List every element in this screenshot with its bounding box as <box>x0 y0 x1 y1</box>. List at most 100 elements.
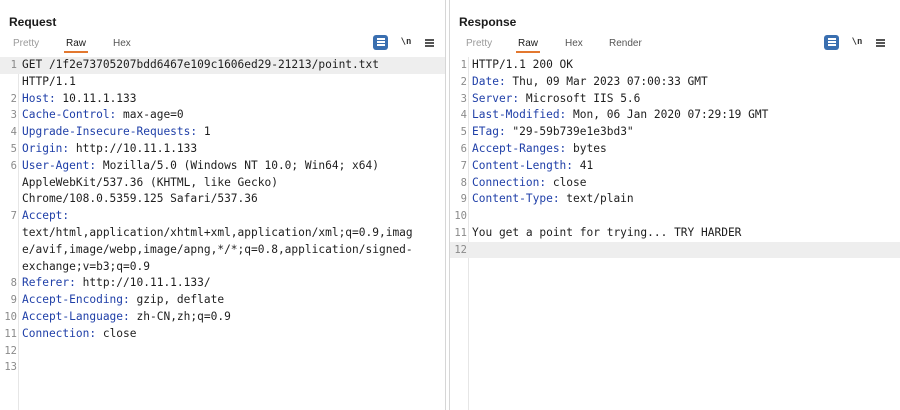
header-name: Referer: <box>22 276 76 290</box>
header-name: Content-Length: <box>472 158 574 172</box>
line-text: exchange;v=b3;q=0.9 <box>22 259 441 276</box>
code-line: 10 <box>450 208 900 225</box>
response-pane: Response Pretty Raw Hex Render \n 1 HTTP/… <box>449 0 900 410</box>
line-number: 13 <box>4 361 17 374</box>
line-number: 11 <box>4 327 17 340</box>
header-name: ETag: <box>472 125 506 139</box>
tab-raw[interactable]: Raw <box>64 37 89 53</box>
line-number: 1 <box>460 59 467 71</box>
line-text: Accept: <box>22 208 441 225</box>
header-value: bytes <box>566 142 607 155</box>
code-line: 7 Content-Length: 41 <box>450 158 900 175</box>
line-text: Date: Thu, 09 Mar 2023 07:00:33 GMT <box>472 74 896 91</box>
line-text: Connection: close <box>472 175 896 192</box>
header-value: Chrome/108.0.5359.125 Safari/537.36 <box>22 192 258 206</box>
newline-toggle-button[interactable]: \n <box>398 35 414 50</box>
header-value: 10.11.1.133 <box>55 91 137 105</box>
line-number: 6 <box>10 159 17 172</box>
tab-hex[interactable]: Hex <box>111 37 133 53</box>
code-line: HTTP/1.1 <box>0 74 445 91</box>
code-line: 6 Accept-Ranges: bytes <box>450 141 900 158</box>
header-value: Thu, 09 Mar 2023 07:00:33 GMT <box>505 74 708 88</box>
header-value: You get a point for trying... TRY HARDER <box>472 226 742 239</box>
line-number: 10 <box>454 210 467 223</box>
header-value: e/avif,image/webp,image/apng,*/*;q=0.8,a… <box>22 242 413 256</box>
line-number: 7 <box>10 210 17 223</box>
header-name: Last-Modified: <box>472 108 567 122</box>
header-value: http://10.11.1.133/ <box>75 276 211 290</box>
code-line: text/html,application/xhtml+xml,applicat… <box>0 225 445 242</box>
response-editor[interactable]: 1 HTTP/1.1 200 OK 2 Date: Thu, 09 Mar 2023 … <box>450 57 900 410</box>
code-line: 9 Accept-Encoding: gzip, deflate <box>0 292 445 309</box>
header-name: Origin: <box>22 142 70 155</box>
header-name: Connection: <box>22 326 97 340</box>
header-name: Date: <box>472 74 506 88</box>
tab-pretty[interactable]: Pretty <box>11 37 41 53</box>
line-number: 3 <box>460 92 467 105</box>
line-text: Chrome/108.0.5359.125 Safari/537.36 <box>22 191 441 208</box>
line-number: 3 <box>10 109 17 122</box>
line-text: User-Agent: Mozilla/5.0 (Windows NT 10.0… <box>22 158 441 175</box>
code-line: 3 Server: Microsoft IIS 5.6 <box>450 91 900 108</box>
code-line: 2 Date: Thu, 09 Mar 2023 07:00:33 GMT <box>450 74 900 91</box>
header-value: Mozilla/5.0 (Windows NT 10.0; Win64; x64… <box>96 158 379 172</box>
code-line: 4 Last-Modified: Mon, 06 Jan 2020 07:29:1… <box>450 107 900 124</box>
hamburger-menu-icon[interactable] <box>423 35 435 50</box>
request-toolbar: \n <box>373 35 443 51</box>
line-number: 12 <box>454 243 467 256</box>
line-number: 2 <box>460 75 467 88</box>
tab-hex[interactable]: Hex <box>563 37 585 53</box>
list-lines-icon[interactable] <box>373 35 388 50</box>
header-value: HTTP/1.1 200 OK <box>472 58 574 71</box>
line-number: 9 <box>10 294 17 307</box>
code-line: 8 Referer: http://10.11.1.133/ <box>0 275 445 292</box>
code-line: 3 Cache-Control: max-age=0 <box>0 107 445 124</box>
line-number: 2 <box>10 92 17 105</box>
line-text: Content-Type: text/plain <box>472 191 896 208</box>
header-name: User-Agent: <box>22 158 97 172</box>
header-name: Connection: <box>472 175 547 189</box>
tab-render[interactable]: Render <box>607 37 644 53</box>
line-number: 5 <box>10 143 17 155</box>
code-line: 5 ETag: "29-59b739e1e3bd3" <box>450 124 900 141</box>
header-name: Accept-Encoding: <box>22 293 130 307</box>
header-value: zh-CN,zh;q=0.9 <box>129 310 231 323</box>
line-text: Content-Length: 41 <box>472 158 896 175</box>
header-value: HTTP/1.1 <box>22 74 76 88</box>
line-text: ETag: "29-59b739e1e3bd3" <box>472 124 896 141</box>
line-number: 4 <box>460 109 467 122</box>
line-text: HTTP/1.1 <box>22 74 441 91</box>
code-line: 8 Connection: close <box>450 175 900 192</box>
code-line: 1 GET /1f2e73705207bdd6467e109c1606ed29-2… <box>0 57 445 74</box>
line-number: 11 <box>454 227 467 239</box>
line-text: Origin: http://10.11.1.133 <box>22 141 441 158</box>
line-text: text/html,application/xhtml+xml,applicat… <box>22 225 441 242</box>
code-line: 5 Origin: http://10.11.1.133 <box>0 141 445 158</box>
newline-toggle-button[interactable]: \n <box>849 35 865 50</box>
header-value: http://10.11.1.133 <box>69 142 198 155</box>
tab-pretty[interactable]: Pretty <box>464 37 494 53</box>
header-name: Host: <box>22 91 56 105</box>
header-value: 41 <box>573 158 594 172</box>
code-line: 10 Accept-Language: zh-CN,zh;q=0.9 <box>0 309 445 326</box>
code-line: 6 User-Agent: Mozilla/5.0 (Windows NT 10.… <box>0 158 445 175</box>
line-number: 12 <box>4 344 17 357</box>
header-value: max-age=0 <box>116 108 184 122</box>
hamburger-menu-icon[interactable] <box>874 35 886 50</box>
list-lines-icon[interactable] <box>824 35 839 50</box>
header-value: "29-59b739e1e3bd3" <box>505 125 634 139</box>
line-number: 9 <box>460 193 467 206</box>
header-name: Accept: <box>22 209 70 223</box>
line-text: AppleWebKit/537.36 (KHTML, like Gecko) <box>22 175 441 192</box>
header-value: close <box>96 326 137 340</box>
tab-raw[interactable]: Raw <box>516 37 541 53</box>
code-line: 11 You get a point for trying... TRY HARD… <box>450 225 900 242</box>
response-toolbar: \n <box>824 35 894 51</box>
line-text: Last-Modified: Mon, 06 Jan 2020 07:29:19… <box>472 107 896 124</box>
code-line: 9 Content-Type: text/plain <box>450 191 900 208</box>
line-text: Server: Microsoft IIS 5.6 <box>472 91 896 108</box>
request-editor[interactable]: 1 GET /1f2e73705207bdd6467e109c1606ed29-2… <box>0 57 445 410</box>
line-text: Referer: http://10.11.1.133/ <box>22 275 441 292</box>
header-name: Server: <box>472 91 520 105</box>
header-name: Accept-Language: <box>22 310 130 323</box>
